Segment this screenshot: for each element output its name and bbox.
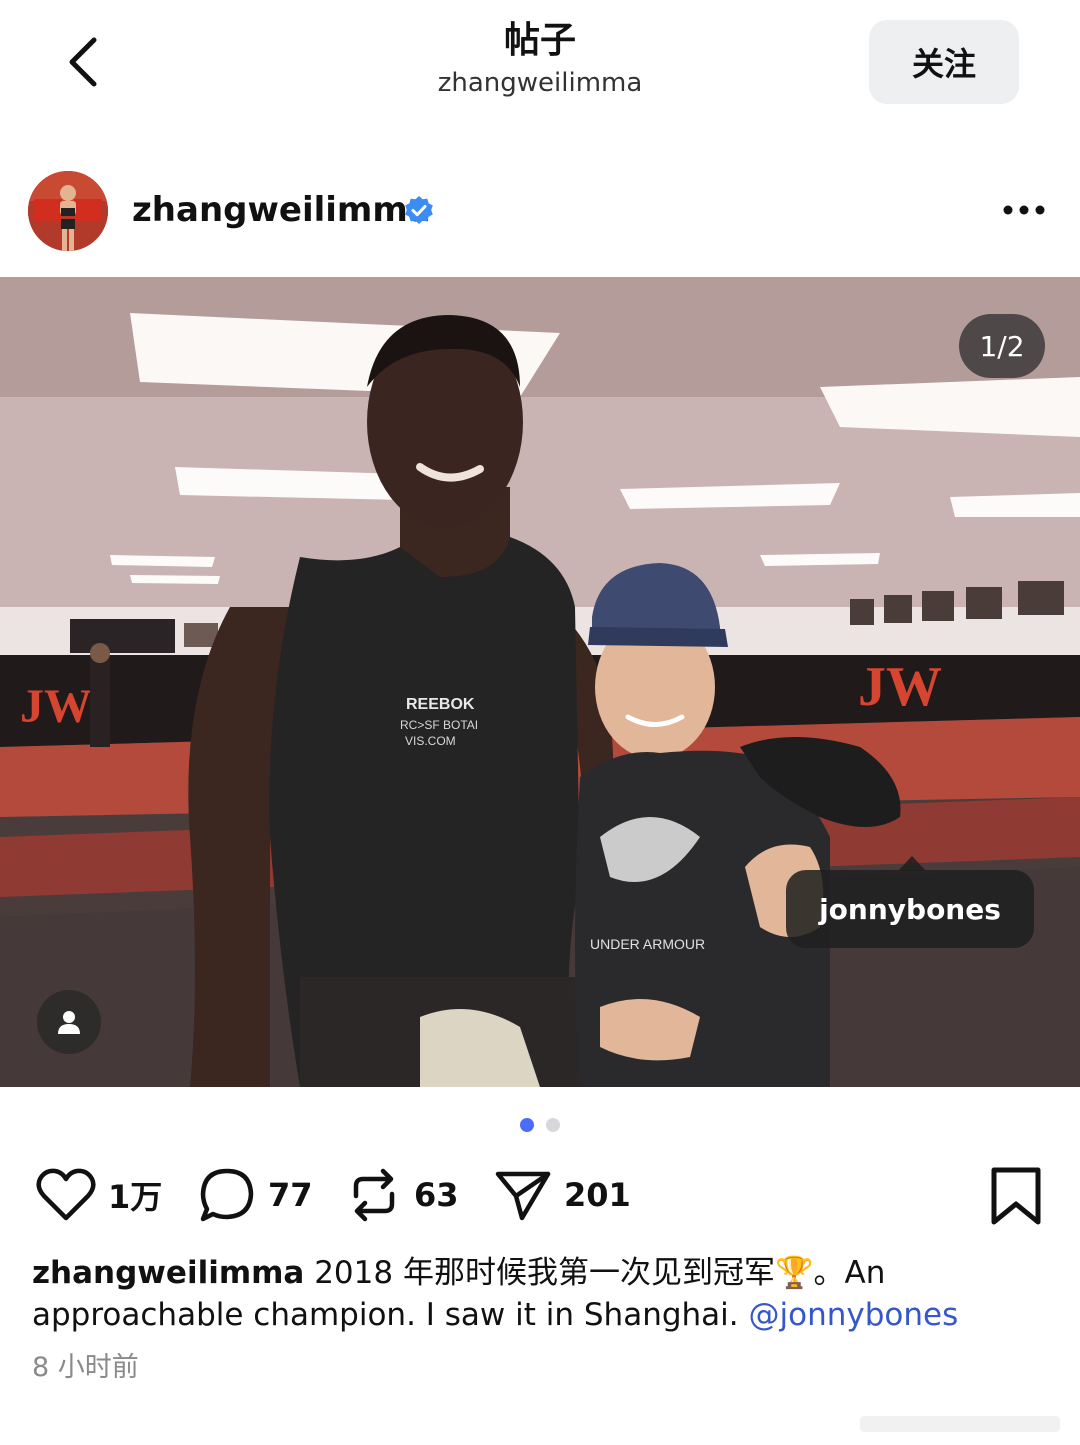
- top-bar: 帖子 zhangweilimma 关注: [0, 0, 1080, 140]
- avatar[interactable]: [28, 171, 108, 251]
- user-tag-label[interactable]: jonnybones: [786, 870, 1034, 948]
- post-header: zhangweilimma: [0, 160, 1080, 260]
- like-count: 1万: [108, 1178, 163, 1216]
- svg-text:JW: JW: [20, 680, 92, 733]
- post-timestamp: 8 小时前: [32, 1352, 139, 1383]
- comment-icon: [200, 1168, 254, 1222]
- carousel-dot: [546, 1118, 560, 1132]
- share-button[interactable]: 201: [494, 1160, 631, 1230]
- avatar-image: [28, 171, 108, 251]
- share-count: 201: [564, 1176, 631, 1214]
- page-subtitle: zhangweilimma: [437, 68, 643, 98]
- action-bar: 1万 77 63 201: [0, 1160, 1080, 1230]
- post-caption: zhangweilimma 2018 年那时候我第一次见到冠军🏆。An appr…: [32, 1252, 1052, 1336]
- svg-text:VIS.COM: VIS.COM: [405, 734, 456, 748]
- send-icon: [495, 1171, 551, 1221]
- title-group: 帖子 zhangweilimma: [340, 18, 740, 100]
- tagged-people-button[interactable]: [37, 990, 101, 1054]
- post-photo[interactable]: JW JW REEBOK RC>SF BOTAI VIS.COM UNDER A…: [0, 277, 1080, 1087]
- more-horizontal-icon: [1003, 205, 1045, 215]
- repost-button[interactable]: 63: [346, 1160, 459, 1230]
- person-icon: [58, 1011, 80, 1034]
- page-title: 帖子: [503, 20, 576, 61]
- repost-icon: [353, 1168, 395, 1222]
- caption-mention[interactable]: @jonnybones: [748, 1297, 958, 1333]
- caption-author[interactable]: zhangweilimma: [32, 1255, 304, 1291]
- svg-text:RC>SF BOTAI: RC>SF BOTAI: [400, 718, 478, 732]
- like-button[interactable]: 1万: [36, 1160, 162, 1230]
- author-name[interactable]: zhangweilimma: [132, 188, 431, 232]
- comment-count: 77: [268, 1176, 313, 1214]
- tag-pointer: [898, 856, 926, 871]
- repost-count: 63: [414, 1176, 459, 1214]
- verified-badge-icon: [405, 196, 433, 224]
- back-button[interactable]: [52, 30, 116, 94]
- watermark-bar: [860, 1416, 1060, 1432]
- follow-button[interactable]: 关注: [869, 20, 1019, 104]
- photo-scene: JW JW REEBOK RC>SF BOTAI VIS.COM UNDER A…: [0, 277, 1080, 1087]
- image-counter: 1/2: [959, 314, 1045, 378]
- carousel-indicator: [0, 1118, 1080, 1134]
- svg-text:JW: JW: [858, 656, 942, 718]
- heart-icon: [36, 1168, 96, 1221]
- bookmark-icon[interactable]: [988, 1166, 1044, 1226]
- svg-text:UNDER ARMOUR: UNDER ARMOUR: [590, 936, 705, 952]
- more-options-button[interactable]: [998, 190, 1050, 230]
- carousel-dot-active: [520, 1118, 534, 1132]
- chevron-left-icon: [69, 37, 97, 87]
- comment-button[interactable]: 77: [198, 1160, 313, 1230]
- svg-text:REEBOK: REEBOK: [406, 696, 475, 713]
